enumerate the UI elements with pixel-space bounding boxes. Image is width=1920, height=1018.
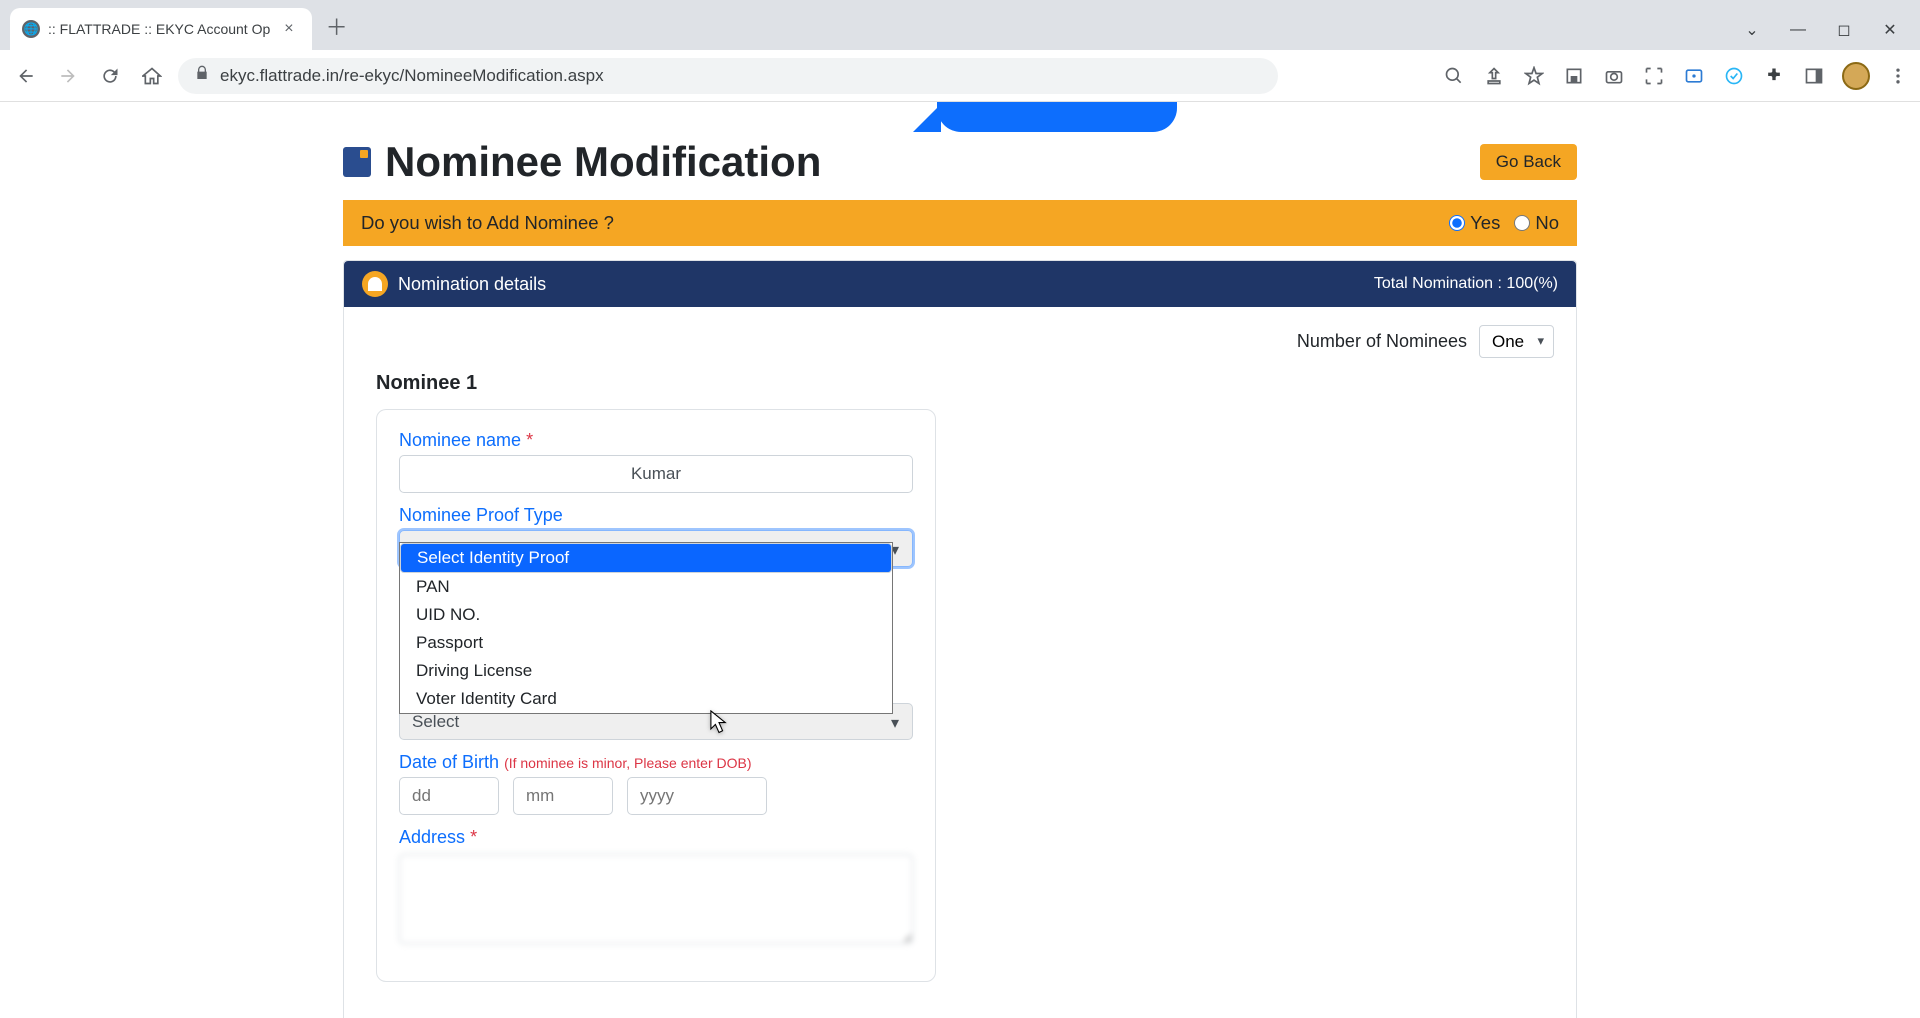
- address-textarea[interactable]: [399, 854, 913, 944]
- radio-no[interactable]: [1514, 215, 1530, 231]
- radio-no-label[interactable]: No: [1514, 212, 1559, 234]
- window-controls: ⌄ — ◻ ✕: [1732, 20, 1910, 50]
- proof-type-label: Nominee Proof Type: [399, 505, 563, 525]
- url-text: ekyc.flattrade.in/re-ekyc/NomineeModific…: [220, 66, 604, 86]
- tab-close-icon[interactable]: ×: [278, 18, 299, 40]
- forward-button[interactable]: [52, 60, 84, 92]
- menu-icon[interactable]: [1886, 64, 1910, 88]
- profile-avatar[interactable]: [1842, 62, 1870, 90]
- extensions-icon[interactable]: [1762, 64, 1786, 88]
- card-header: Nomination details Total Nomination : 10…: [344, 261, 1576, 307]
- dob-label: Date of Birth (If nominee is minor, Plea…: [399, 752, 752, 772]
- toolbar-actions: [1442, 62, 1910, 90]
- back-button[interactable]: [10, 60, 42, 92]
- browser-tab-strip: 🌐 :: FLATTRADE :: EKYC Account Op × ＋ ⌄ …: [0, 0, 1920, 50]
- nominee-form: Nominee name * Nominee Proof Type Select…: [376, 409, 936, 982]
- lock-icon: [194, 65, 210, 86]
- card-title: Nomination details: [398, 274, 546, 295]
- zoom-icon[interactable]: [1442, 64, 1466, 88]
- extension-icon-2[interactable]: [1722, 64, 1746, 88]
- nominee-name-input[interactable]: [399, 455, 913, 493]
- maximize-icon[interactable]: ◻: [1834, 20, 1854, 40]
- home-button[interactable]: [136, 60, 168, 92]
- option-passport[interactable]: Passport: [400, 629, 892, 657]
- tab-title: :: FLATTRADE :: EKYC Account Op: [48, 21, 270, 37]
- num-nominees-select[interactable]: One: [1479, 325, 1554, 358]
- browser-toolbar: ekyc.flattrade.in/re-ekyc/NomineeModific…: [0, 50, 1920, 102]
- address-bar[interactable]: ekyc.flattrade.in/re-ekyc/NomineeModific…: [178, 58, 1278, 94]
- option-uid[interactable]: UID NO.: [400, 601, 892, 629]
- scan-icon[interactable]: [1642, 64, 1666, 88]
- nominee-name-label: Nominee name *: [399, 430, 533, 450]
- page-title: Nominee Modification: [385, 138, 821, 186]
- camera-icon[interactable]: [1602, 64, 1626, 88]
- total-nomination: Total Nomination : 100(%): [1374, 275, 1558, 293]
- go-back-button[interactable]: Go Back: [1480, 144, 1577, 180]
- cursor-icon: [710, 710, 728, 736]
- bookmark-icon[interactable]: [1522, 64, 1546, 88]
- user-icon: [362, 271, 388, 297]
- nominee-heading: Nominee 1: [376, 372, 1554, 395]
- dob-month-input[interactable]: [513, 777, 613, 815]
- extension-icon-1[interactable]: [1562, 64, 1586, 88]
- page-title-icon: [343, 147, 371, 177]
- reload-button[interactable]: [94, 60, 126, 92]
- question-text: Do you wish to Add Nominee ?: [361, 212, 614, 234]
- radio-yes-label[interactable]: Yes: [1449, 212, 1500, 234]
- nomination-card: Nomination details Total Nomination : 10…: [343, 260, 1577, 1018]
- dob-year-input[interactable]: [627, 777, 767, 815]
- proof-type-dropdown[interactable]: Select Identity Proof PAN UID NO. Passpo…: [399, 542, 893, 714]
- side-panel-icon[interactable]: [1802, 64, 1826, 88]
- address-label: Address *: [399, 827, 477, 847]
- add-nominee-question-bar: Do you wish to Add Nominee ? Yes No: [343, 200, 1577, 246]
- num-nominees-label: Number of Nominees: [1297, 331, 1467, 352]
- new-tab-button[interactable]: ＋: [312, 10, 362, 42]
- browser-tab[interactable]: 🌐 :: FLATTRADE :: EKYC Account Op ×: [10, 8, 312, 50]
- option-voter-id[interactable]: Voter Identity Card: [400, 685, 892, 713]
- option-pan[interactable]: PAN: [400, 573, 892, 601]
- option-driving-license[interactable]: Driving License: [400, 657, 892, 685]
- minimize-icon[interactable]: —: [1788, 20, 1808, 40]
- dob-day-input[interactable]: [399, 777, 499, 815]
- close-icon[interactable]: ✕: [1880, 20, 1900, 40]
- chevron-down-icon[interactable]: ⌄: [1742, 20, 1762, 40]
- share-icon[interactable]: [1482, 64, 1506, 88]
- option-select-identity[interactable]: Select Identity Proof: [400, 543, 892, 573]
- tab-favicon: 🌐: [22, 20, 40, 38]
- picture-icon[interactable]: [1682, 64, 1706, 88]
- radio-yes[interactable]: [1449, 215, 1465, 231]
- chat-bubble: [937, 102, 1177, 132]
